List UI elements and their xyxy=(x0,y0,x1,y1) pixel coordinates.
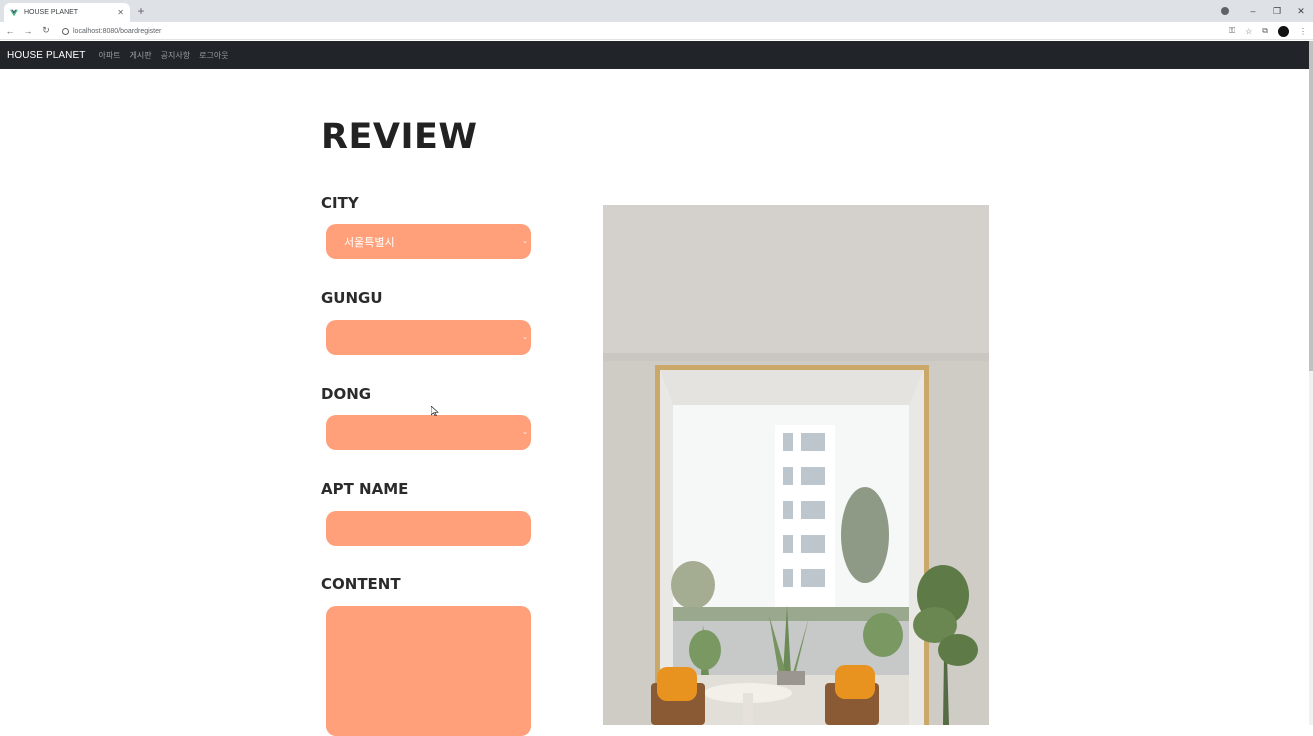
mouse-cursor-icon xyxy=(431,406,439,416)
url-input[interactable]: localhost:8080/boardregister xyxy=(58,24,1228,38)
tab-title: HOUSE PLANET xyxy=(24,9,79,16)
address-bar-row: ← → ↻ localhost:8080/boardregister ⚿ ☆ ⧉… xyxy=(0,22,1313,40)
browser-tab[interactable]: HOUSE PLANET ✕ xyxy=(4,3,130,22)
chevron-down-icon: ⌄ xyxy=(522,334,528,341)
app-navbar: HOUSE PLANET 아파트 게시판 공지사항 로그아웃 xyxy=(0,41,1309,69)
chevron-down-icon: ⌄ xyxy=(522,238,528,245)
reload-icon[interactable]: ↻ xyxy=(38,25,54,36)
city-select-value: 서울특별시 xyxy=(344,236,395,249)
interior-illustration xyxy=(603,205,989,725)
browser-tabstrip: HOUSE PLANET ✕ + – ❐ ✕ xyxy=(0,0,1313,22)
interior-photo xyxy=(603,205,989,725)
vue-favicon-icon xyxy=(10,9,18,16)
city-select[interactable]: 서울특별시 ⌄ xyxy=(326,224,531,259)
dong-select[interactable]: ⌄ xyxy=(326,415,531,450)
nav-link-logout[interactable]: 로그아웃 xyxy=(199,50,228,61)
nav-link-board[interactable]: 게시판 xyxy=(130,50,152,61)
chevron-down-icon: ⌄ xyxy=(522,429,528,436)
key-icon[interactable]: ⚿ xyxy=(1229,26,1235,36)
window-close-icon[interactable]: ✕ xyxy=(1289,6,1313,17)
apt-name-input[interactable] xyxy=(326,511,531,546)
page-title: REVIEW xyxy=(321,117,478,157)
restore-icon[interactable]: ❐ xyxy=(1265,6,1289,17)
gungu-label: GUNGU xyxy=(321,289,383,307)
page-content: REVIEW CITY 서울특별시 ⌄ GUNGU ⌄ DONG ⌄ APT N… xyxy=(0,69,1309,736)
profile-icon[interactable] xyxy=(1221,7,1229,15)
toolbar-icons: ⚿ ☆ ⧉ ⋮ xyxy=(1229,22,1307,40)
gungu-select[interactable]: ⌄ xyxy=(326,320,531,355)
plus-icon[interactable]: + xyxy=(134,4,148,18)
page-scrollbar[interactable] xyxy=(1309,41,1313,725)
star-icon[interactable]: ☆ xyxy=(1245,27,1252,36)
window-controls: – ❐ ✕ xyxy=(1221,0,1313,22)
apt-name-label: APT NAME xyxy=(321,480,409,498)
url-text: localhost:8080/boardregister xyxy=(73,27,162,35)
content-textarea[interactable] xyxy=(326,606,531,736)
brand-link[interactable]: HOUSE PLANET xyxy=(7,50,85,61)
extensions-icon[interactable]: ⧉ xyxy=(1262,26,1268,36)
nav-link-apartment[interactable]: 아파트 xyxy=(98,50,120,61)
info-icon[interactable] xyxy=(62,27,69,35)
forward-arrow-icon[interactable]: → xyxy=(20,26,36,36)
dong-label: DONG xyxy=(321,385,372,403)
close-icon[interactable]: ✕ xyxy=(117,8,124,17)
avatar[interactable] xyxy=(1278,25,1289,37)
minimize-icon[interactable]: – xyxy=(1241,6,1265,16)
scrollbar-thumb[interactable] xyxy=(1309,41,1313,371)
city-label: CITY xyxy=(321,194,359,212)
back-arrow-icon[interactable]: ← xyxy=(2,26,18,36)
content-label: CONTENT xyxy=(321,575,401,593)
menu-icon[interactable]: ⋮ xyxy=(1299,27,1307,36)
nav-link-notice[interactable]: 공지사항 xyxy=(161,50,190,61)
